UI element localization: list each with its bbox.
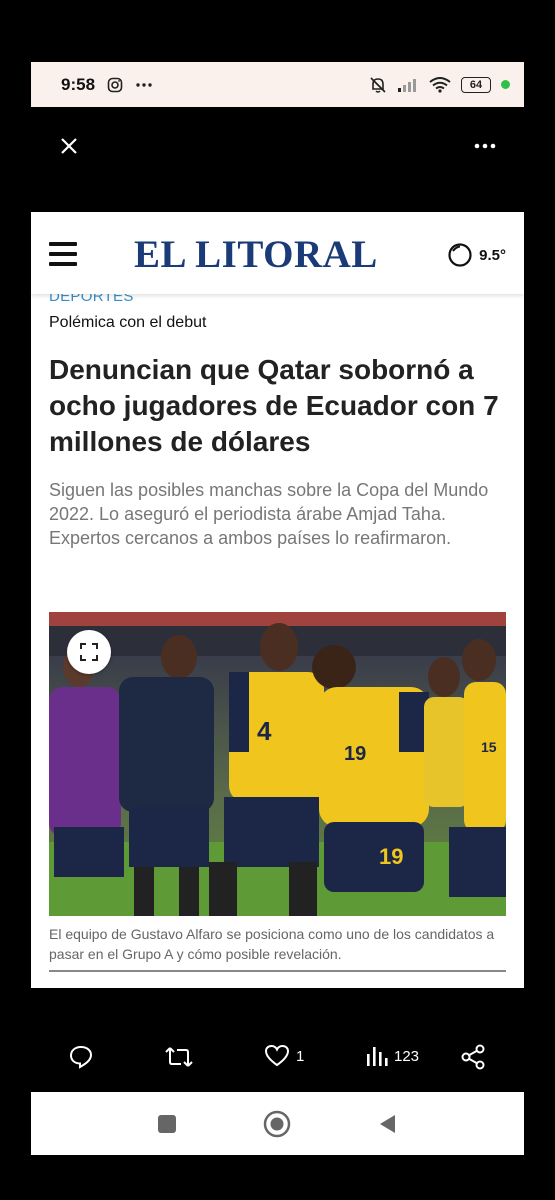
home-circle-icon <box>263 1110 291 1138</box>
privacy-dot-icon <box>501 80 510 89</box>
expand-icon <box>80 643 98 661</box>
jersey-number-19-shorts: 19 <box>379 844 403 869</box>
silent-bell-icon <box>369 76 387 94</box>
close-icon <box>61 138 77 154</box>
more-options-button[interactable] <box>470 133 500 159</box>
share-icon <box>461 1044 485 1070</box>
status-bar: 9:58 64 <box>31 62 524 107</box>
comment-icon <box>69 1045 93 1069</box>
close-button[interactable] <box>56 133 82 159</box>
reply-button[interactable] <box>68 1044 94 1070</box>
views-chart-icon <box>367 1047 388 1066</box>
status-time: 9:58 <box>61 74 96 94</box>
jersey-number-4: 4 <box>257 716 272 746</box>
repost-button[interactable] <box>164 1044 194 1070</box>
wifi-icon <box>429 76 451 93</box>
football-players-image: 4 19 19 15 <box>49 612 506 916</box>
expand-image-button <box>67 630 111 674</box>
article-summary: Siguen las posibles manchas sobre la Cop… <box>49 480 489 548</box>
weather-widget: 9.5° <box>447 242 506 268</box>
like-count: 1 <box>296 1047 305 1065</box>
home-button[interactable] <box>263 1110 291 1138</box>
temperature: 9.5° <box>479 246 506 264</box>
screen: 9:58 64 EL LITORAL 9.5° DEPORTES Polémic… <box>0 0 555 1200</box>
article-photo: 4 19 19 15 <box>49 612 506 916</box>
views-button[interactable]: 123 <box>364 1044 419 1068</box>
article-headline: Denuncian que Qatar sobornó a ocho jugad… <box>49 354 499 457</box>
post-actions: 1 123 <box>0 1044 555 1078</box>
heart-icon <box>264 1044 290 1067</box>
menu-icon <box>49 242 77 268</box>
divider <box>49 970 506 972</box>
jersey-number-15: 15 <box>481 739 497 755</box>
back-triangle-icon <box>380 1115 395 1133</box>
back-button[interactable] <box>374 1110 402 1138</box>
repost-icon <box>165 1047 193 1067</box>
article-kicker: Polémica con el debut <box>49 314 207 331</box>
jersey-number-19-shirt: 19 <box>344 743 366 765</box>
square-icon <box>158 1115 176 1133</box>
recent-apps-button[interactable] <box>153 1110 181 1138</box>
views-count: 123 <box>394 1047 420 1065</box>
signal-icon <box>397 77 419 93</box>
site-header: EL LITORAL 9.5° <box>31 212 524 294</box>
instagram-icon <box>107 77 123 93</box>
battery-indicator: 64 <box>461 76 491 93</box>
navigation-bar <box>31 1092 524 1155</box>
site-logo: EL LITORAL <box>134 233 378 276</box>
like-button[interactable]: 1 <box>264 1044 304 1068</box>
photo-caption: El equipo de Gustavo Alfaro se posiciona… <box>49 926 495 962</box>
more-horizontal-icon <box>474 143 496 149</box>
moon-icon <box>448 243 472 267</box>
share-button[interactable] <box>460 1044 486 1070</box>
article-screenshot[interactable]: EL LITORAL 9.5° DEPORTES Polémica con el… <box>31 212 524 988</box>
more-notifications-icon <box>135 82 153 88</box>
